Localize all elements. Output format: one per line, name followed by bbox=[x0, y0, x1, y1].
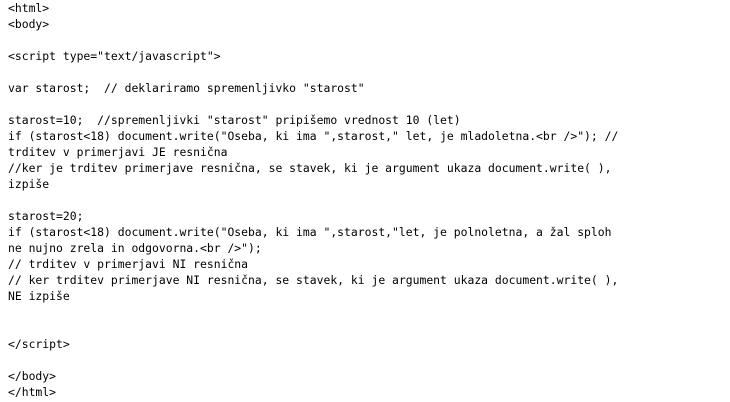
code-line: izpiše bbox=[8, 177, 50, 191]
code-line: </script> bbox=[8, 337, 70, 351]
code-line: starost=20; bbox=[8, 209, 84, 223]
code-line: if (starost<18) document.write("Oseba, k… bbox=[8, 225, 612, 239]
code-line: <body> bbox=[8, 17, 50, 31]
code-line: starost=10; //spremenljivki "starost" pr… bbox=[8, 113, 461, 127]
code-line: trditev v primerjavi JE resnična bbox=[8, 145, 228, 159]
code-line: NE izpiše bbox=[8, 289, 70, 303]
code-line: var starost; // deklariramo spremenljivk… bbox=[8, 81, 365, 95]
code-line: </html> bbox=[8, 385, 57, 399]
code-line: </body> bbox=[8, 369, 57, 383]
code-line: // trditev v primerjavi NI resnična bbox=[8, 257, 249, 271]
code-line: <script type="text/javascript"> bbox=[8, 49, 221, 63]
code-line: //ker je trditev primerjave resnična, se… bbox=[8, 161, 612, 175]
code-line: if (starost<18) document.write("Oseba, k… bbox=[8, 129, 619, 143]
code-line: // ker trditev primerjave NI resnična, s… bbox=[8, 273, 619, 287]
code-viewer: <html> <body> <script type="text/javascr… bbox=[8, 0, 724, 400]
code-line: ne nujno zrela in odgovorna.<br />"); bbox=[8, 241, 262, 255]
code-line: <html> bbox=[8, 1, 50, 15]
